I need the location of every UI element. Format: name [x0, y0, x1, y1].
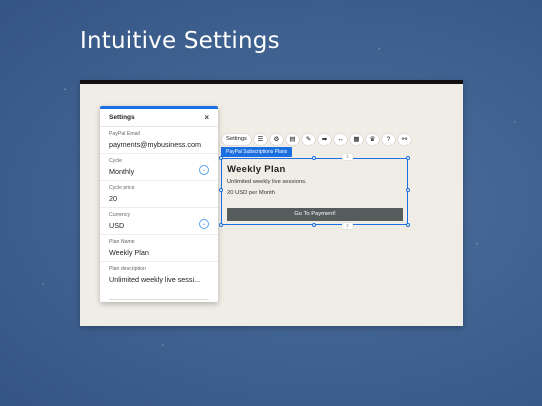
- settings-header: Settings ×: [100, 109, 218, 127]
- resize-handle[interactable]: [219, 188, 223, 192]
- resize-handle[interactable]: [312, 223, 316, 227]
- link-icon[interactable]: ⚯: [397, 134, 411, 145]
- resize-handle[interactable]: [406, 223, 410, 227]
- toolbar-settings-button[interactable]: Settings: [222, 134, 251, 145]
- resize-handle[interactable]: [406, 156, 410, 160]
- widget-type-tag: PayPal Subscriptions Plans: [221, 147, 293, 157]
- field-value[interactable]: Monthly: [109, 167, 209, 176]
- plan-description-field[interactable]: Plan description Unlimited weekly live s…: [100, 262, 218, 288]
- resize-handle[interactable]: [312, 156, 316, 160]
- go-to-payment-button[interactable]: Go To Payment!: [227, 208, 403, 221]
- anchor-bottom-icon[interactable]: ⇳: [342, 223, 353, 229]
- chevron-down-icon[interactable]: ⌄: [199, 165, 209, 175]
- paypal-plan-widget[interactable]: ⇳ ⇳ Weekly Plan Unlimited weekly live se…: [219, 154, 410, 229]
- chevron-down-icon[interactable]: ⌄: [199, 219, 209, 229]
- plan-description: Unlimited weekly live sessions.: [227, 179, 307, 185]
- field-value[interactable]: 20: [109, 194, 209, 203]
- field-label: Plan Name: [109, 239, 135, 245]
- field-label: Plan description: [109, 266, 146, 272]
- plan-price: 20 USD per Month: [227, 190, 276, 196]
- pen-icon[interactable]: ✎: [301, 134, 315, 145]
- field-value[interactable]: Unlimited weekly live sessi...: [109, 275, 209, 284]
- resize-handle[interactable]: [219, 223, 223, 227]
- scrollbar[interactable]: [109, 299, 209, 300]
- field-label: Cycle price: [109, 185, 135, 191]
- cycle-select[interactable]: Cycle Monthly ⌄: [100, 154, 218, 181]
- arrows-icon[interactable]: ➡: [317, 134, 331, 145]
- field-label: Currency: [109, 212, 131, 218]
- plan-title: Weekly Plan: [227, 164, 286, 175]
- resize-icon[interactable]: ↔: [333, 134, 347, 145]
- help-icon[interactable]: ?: [381, 134, 395, 145]
- settings-title: Settings: [109, 114, 135, 121]
- field-label: PayPal Email: [109, 131, 140, 137]
- plan-name-field[interactable]: Plan Name Weekly Plan: [100, 235, 218, 262]
- resize-handle[interactable]: [219, 156, 223, 160]
- list-icon[interactable]: ☰: [253, 134, 267, 145]
- settings-panel: Settings × PayPal Email payments@mybusin…: [100, 106, 218, 302]
- field-value[interactable]: Weekly Plan: [109, 248, 209, 257]
- anchor-top-icon[interactable]: ⇳: [342, 154, 353, 160]
- field-value[interactable]: USD: [109, 221, 209, 230]
- currency-select[interactable]: Currency USD ⌄: [100, 208, 218, 235]
- crown-icon[interactable]: ♛: [365, 134, 379, 145]
- close-icon[interactable]: ×: [204, 113, 209, 122]
- resize-handle[interactable]: [406, 188, 410, 192]
- editor-canvas: Settings × PayPal Email payments@mybusin…: [80, 80, 463, 326]
- slide-title: Intuitive Settings: [80, 28, 280, 54]
- gear-icon[interactable]: ⚙: [269, 134, 283, 145]
- paypal-email-field[interactable]: PayPal Email payments@mybusiness.com: [100, 127, 218, 154]
- layout-icon[interactable]: ▤: [285, 134, 299, 145]
- cycle-price-field[interactable]: Cycle price 20: [100, 181, 218, 208]
- field-label: Cycle: [109, 158, 122, 164]
- field-value[interactable]: payments@mybusiness.com: [109, 140, 209, 149]
- widget-toolbar: Settings ☰ ⚙ ▤ ✎ ➡ ↔ ▦ ♛ ? ⚯: [222, 133, 411, 146]
- grid-icon[interactable]: ▦: [349, 134, 363, 145]
